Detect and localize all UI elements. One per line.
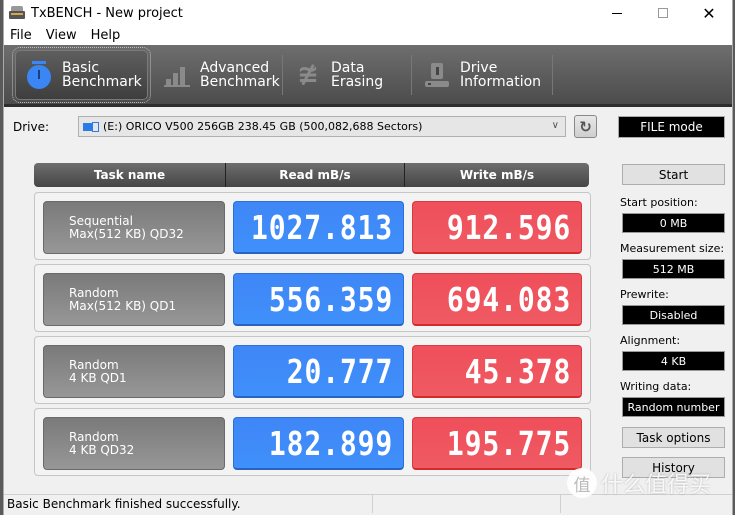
- title-bar: TxBENCH - New project ✕: [4, 0, 732, 26]
- watermark-badge: 值: [567, 468, 597, 498]
- drive-icon: [424, 61, 450, 89]
- read-speed: 1027.813: [233, 201, 404, 254]
- write-speed: 195.775: [412, 417, 582, 470]
- result-row-random-4k-qd1: Random 4 KB QD1 20.777 45.378: [34, 336, 591, 404]
- tab-label: Basic Benchmark: [62, 59, 142, 90]
- result-row-random-512k-qd1: Random Max(512 KB) QD1 556.359 694.083: [34, 264, 591, 332]
- prewrite-label: Prewrite:: [620, 288, 669, 301]
- tab-drive-information[interactable]: Drive Information: [412, 50, 552, 100]
- alignment-field[interactable]: 4 KB: [622, 351, 725, 371]
- write-value: 912.596: [446, 207, 571, 247]
- start-position-label: Start position:: [620, 196, 698, 209]
- read-speed: 182.899: [233, 417, 404, 470]
- read-speed: 20.777: [233, 345, 404, 398]
- tab-label: Data Erasing: [331, 59, 384, 90]
- task-line-1: Random: [69, 357, 119, 372]
- app-window: TxBENCH - New project ✕ File View Help B…: [3, 0, 733, 515]
- watermark: 值 什么值得买: [567, 467, 711, 499]
- task-options-button[interactable]: Task options: [622, 427, 725, 448]
- header-task-name: Task name: [34, 163, 226, 187]
- write-speed: 45.378: [412, 345, 582, 398]
- mode-toolbar: Basic Benchmark Advanced Benchmark ≇ Dat…: [4, 45, 732, 107]
- status-divider: [372, 495, 373, 513]
- read-value: 556.359: [268, 279, 393, 319]
- tab-advanced-benchmark[interactable]: Advanced Benchmark: [154, 50, 282, 100]
- toolbar-separator: [552, 54, 553, 95]
- header-write: Write mB/s: [459, 168, 535, 182]
- tab-label: Advanced Benchmark: [200, 59, 280, 90]
- minimize-button[interactable]: [594, 0, 640, 26]
- stopwatch-icon: [26, 60, 52, 89]
- bar-chart-icon: [164, 61, 190, 89]
- task-name[interactable]: Sequential Max(512 KB) QD32: [43, 201, 225, 254]
- write-value: 694.083: [446, 279, 571, 319]
- write-value: 195.775: [446, 423, 571, 463]
- tab-data-erasing[interactable]: ≇ Data Erasing: [283, 50, 411, 100]
- refresh-icon: ↻: [579, 118, 592, 136]
- maximize-icon: [658, 8, 668, 18]
- start-button[interactable]: Start: [622, 164, 725, 185]
- read-value: 1027.813: [251, 207, 393, 247]
- eraser-icon: ≇: [297, 59, 319, 90]
- tab-basic-benchmark[interactable]: Basic Benchmark: [12, 46, 151, 103]
- start-position-field[interactable]: 0 MB: [622, 213, 725, 233]
- write-speed: 694.083: [412, 273, 582, 326]
- task-line-2: 4 KB QD1: [69, 370, 127, 385]
- maximize-button[interactable]: [640, 0, 686, 26]
- task-name[interactable]: Random 4 KB QD32: [43, 417, 225, 470]
- file-mode-indicator[interactable]: FILE mode: [618, 116, 725, 138]
- task-name[interactable]: Random Max(512 KB) QD1: [43, 273, 225, 326]
- task-line-1: Random: [69, 429, 119, 444]
- drive-select[interactable]: (E:) ORICO V500 256GB 238.45 GB (500,082…: [78, 116, 566, 137]
- task-line-1: Sequential: [69, 213, 133, 228]
- close-button[interactable]: ✕: [686, 0, 732, 26]
- task-name[interactable]: Random 4 KB QD1: [43, 345, 225, 398]
- task-line-2: Max(512 KB) QD32: [69, 226, 184, 241]
- write-speed: 912.596: [412, 201, 582, 254]
- read-speed: 556.359: [233, 273, 404, 326]
- read-value: 20.777: [286, 351, 393, 391]
- measurement-size-label: Measurement size:: [620, 242, 725, 255]
- results-header: Task name Read mB/s Write mB/s: [34, 163, 589, 187]
- menu-help[interactable]: Help: [84, 28, 128, 43]
- status-message: Basic Benchmark finished successfully.: [7, 496, 241, 511]
- write-value: 45.378: [464, 351, 571, 391]
- drive-label: Drive:: [13, 120, 50, 134]
- task-line-2: Max(512 KB) QD1: [69, 298, 177, 313]
- result-row-sequential-qd32: Sequential Max(512 KB) QD32 1027.813 912…: [34, 192, 591, 260]
- menu-bar: File View Help: [4, 26, 732, 45]
- writing-data-label: Writing data:: [620, 380, 692, 393]
- task-line-2: 4 KB QD32: [69, 442, 135, 457]
- usb-drive-icon: [83, 121, 99, 132]
- status-divider: [560, 495, 561, 513]
- read-value: 182.899: [268, 423, 393, 463]
- chevron-down-icon: ∨: [551, 120, 559, 131]
- writing-data-field[interactable]: Random number: [622, 397, 725, 417]
- app-logo-icon: [9, 6, 25, 20]
- tab-label: Drive Information: [460, 59, 542, 90]
- minimize-icon: [612, 12, 622, 14]
- drive-selected-value: (E:) ORICO V500 256GB 238.45 GB (500,082…: [103, 120, 423, 133]
- header-read: Read mB/s: [226, 163, 405, 187]
- watermark-text: 什么值得买: [601, 473, 712, 498]
- menu-view[interactable]: View: [39, 28, 84, 43]
- refresh-drives-button[interactable]: ↻: [574, 115, 597, 138]
- prewrite-field[interactable]: Disabled: [622, 305, 725, 325]
- measurement-size-field[interactable]: 512 MB: [622, 259, 725, 279]
- alignment-label: Alignment:: [620, 334, 681, 347]
- menu-file[interactable]: File: [4, 28, 39, 43]
- task-line-1: Random: [69, 285, 119, 300]
- close-icon: ✕: [702, 3, 716, 23]
- result-row-random-4k-qd32: Random 4 KB QD32 182.899 195.775: [34, 408, 591, 476]
- window-title: TxBENCH - New project: [31, 5, 183, 21]
